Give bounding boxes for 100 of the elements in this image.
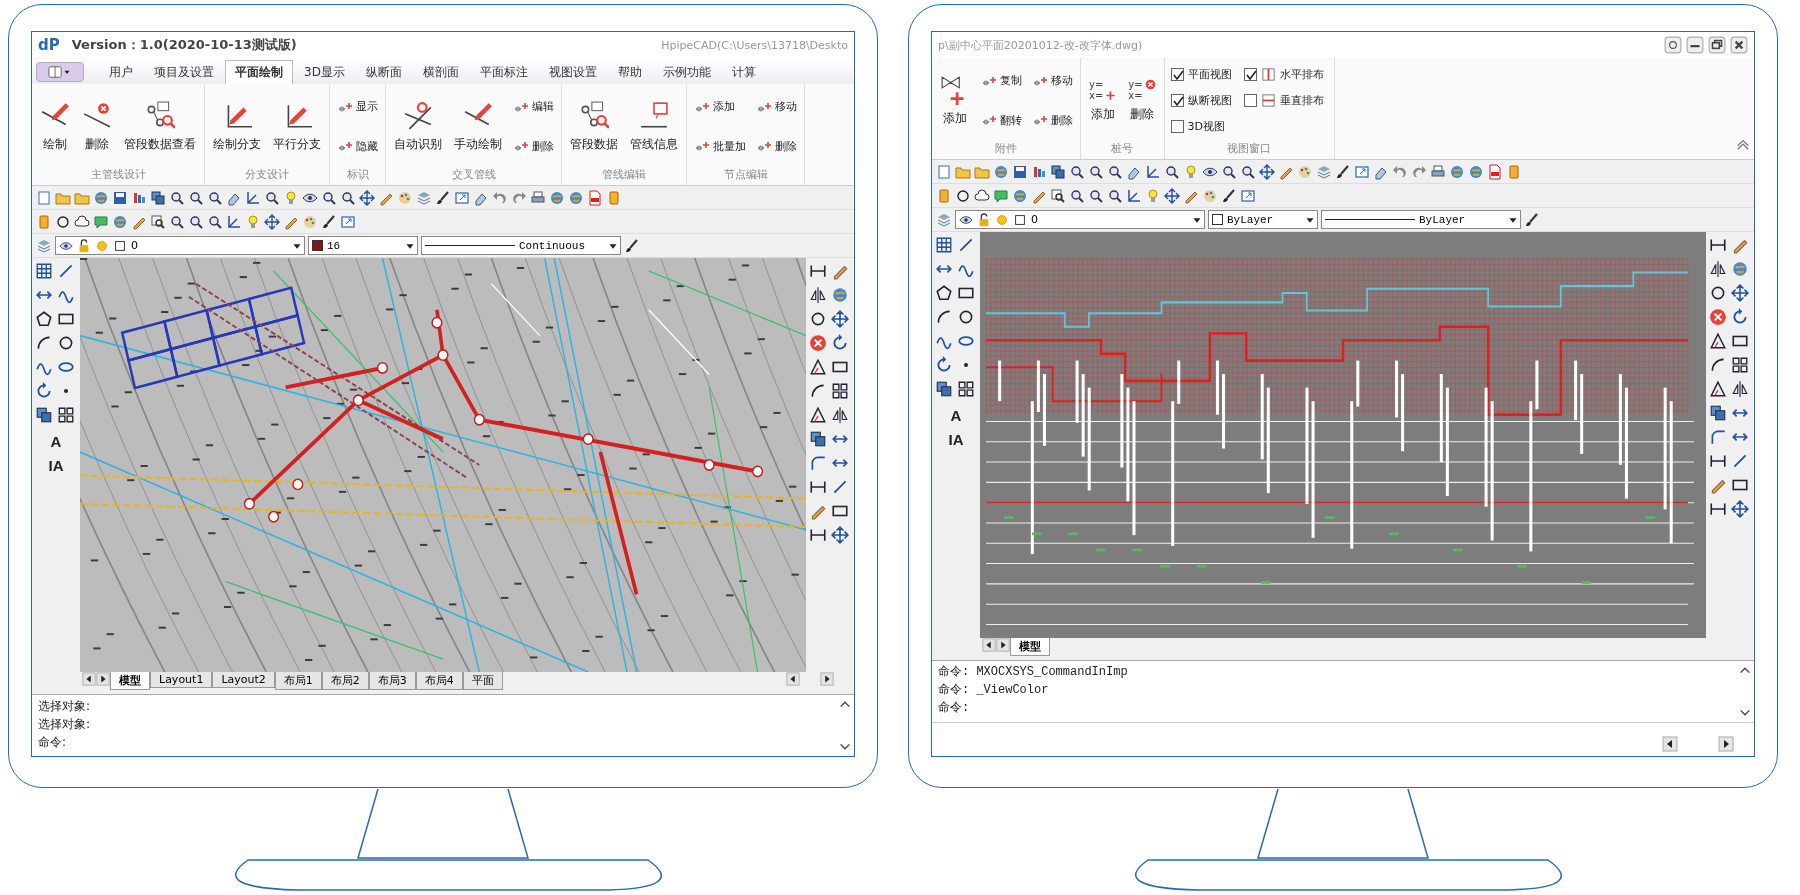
ribbon-button[interactable]: 移动 (1029, 71, 1076, 90)
ribbon-tab[interactable]: 帮助 (607, 60, 652, 84)
dimension-icon[interactable] (809, 262, 827, 280)
ribbon-button[interactable]: 管段数据 (566, 98, 622, 155)
grid-icon[interactable] (831, 382, 849, 400)
scroll-left-icon[interactable] (82, 672, 96, 686)
hatch-icon[interactable] (35, 262, 53, 280)
triangle-icon[interactable] (809, 406, 827, 424)
palette-icon[interactable] (397, 189, 413, 206)
ribbon-tab[interactable]: 计算 (721, 60, 766, 84)
rotate-icon[interactable] (935, 356, 953, 374)
ribbon-button[interactable]: 管线信息 (626, 98, 682, 155)
line-icon[interactable] (957, 236, 975, 254)
magnifier-icon[interactable] (1050, 187, 1066, 204)
delete-icon[interactable] (809, 334, 827, 352)
checkbox[interactable] (1170, 94, 1184, 107)
zoom-icon[interactable] (264, 189, 280, 206)
redo-icon[interactable] (511, 189, 527, 206)
cross-arrows-icon[interactable] (831, 526, 849, 544)
brush-icon[interactable] (624, 237, 640, 254)
dimension-icon[interactable] (1709, 236, 1727, 254)
cross-arrows-icon[interactable] (1731, 500, 1749, 518)
fillet-icon[interactable] (1709, 428, 1727, 446)
save-icon[interactable] (1012, 163, 1028, 180)
scroll-left-icon[interactable] (786, 672, 800, 686)
layer-dropdown[interactable]: 0 (55, 236, 305, 255)
grid-icon[interactable] (957, 380, 975, 398)
text-tool-button[interactable]: IA (935, 428, 977, 450)
cloud-icon[interactable] (974, 187, 990, 204)
collapse-chevron-icon[interactable] (1736, 137, 1750, 151)
speech-bubble-icon[interactable] (993, 187, 1009, 204)
globe-icon[interactable] (1449, 163, 1465, 180)
circle-icon[interactable] (809, 310, 827, 328)
ribbon-tab[interactable]: 项目及设置 (144, 60, 224, 84)
linetype-dropdown[interactable]: Continuous (421, 236, 621, 255)
stacked-squares-icon[interactable] (35, 406, 53, 424)
zoom-icon[interactable] (321, 189, 337, 206)
rotate-icon[interactable] (831, 334, 849, 352)
layers-icon[interactable] (36, 237, 52, 254)
checkbox[interactable] (1243, 94, 1257, 107)
line-icon[interactable] (831, 478, 849, 496)
zoom-icon[interactable] (1088, 187, 1104, 204)
checkbox[interactable] (1170, 67, 1184, 81)
layout-tab[interactable]: 布局3 (368, 672, 416, 690)
mirror-icon[interactable] (1709, 260, 1727, 278)
zoom-icon[interactable] (1240, 163, 1256, 180)
redo-icon[interactable] (1411, 163, 1427, 180)
rotate-icon[interactable] (1731, 308, 1749, 326)
layout-tab[interactable]: 布局1 (274, 672, 322, 690)
circle-icon[interactable] (57, 334, 75, 352)
cross-arrows-icon[interactable] (1259, 163, 1275, 180)
layout-tab[interactable]: 模型 (1010, 638, 1050, 656)
ribbon-button[interactable]: 显示 (334, 97, 381, 116)
ribbon-button[interactable]: 添加 (936, 72, 974, 129)
scroll-right-icon[interactable] (1718, 736, 1734, 752)
app-menu-button[interactable] (36, 62, 84, 82)
printer-icon[interactable] (1430, 163, 1446, 180)
ribbon-tab[interactable]: 横剖面 (412, 60, 469, 84)
circle-icon[interactable] (955, 187, 971, 204)
speech-bubble-icon[interactable] (93, 213, 109, 230)
checkbox[interactable] (1243, 67, 1257, 81)
brush-icon[interactable] (1335, 163, 1351, 180)
ribbon-button[interactable]: y= x= 删除 (1124, 76, 1160, 125)
ribbon-button[interactable]: 复制 (978, 71, 1025, 90)
circle-icon[interactable] (55, 213, 71, 230)
zoom-icon[interactable] (340, 189, 356, 206)
focus-icon[interactable] (1664, 36, 1682, 54)
mirror-icon[interactable] (809, 286, 827, 304)
text-tool-button[interactable]: IA (35, 454, 77, 476)
ribbon-button[interactable]: 手动绘制 (450, 98, 506, 155)
axes-icon[interactable] (1126, 187, 1142, 204)
grid-icon[interactable] (1731, 356, 1749, 374)
zoom-icon[interactable] (1088, 163, 1104, 180)
arc-icon[interactable] (935, 308, 953, 326)
ribbon-button[interactable]: 删除 (1029, 111, 1076, 130)
triangle-icon[interactable] (1709, 380, 1727, 398)
stacked-squares-icon[interactable] (1050, 163, 1066, 180)
text-tool-button[interactable]: A (35, 430, 77, 452)
ribbon-tab[interactable]: 纵断面 (355, 60, 412, 84)
pentagon-icon[interactable] (35, 310, 53, 328)
close-icon[interactable] (1730, 36, 1748, 54)
dimension-icon[interactable] (809, 478, 827, 496)
globe-icon[interactable] (112, 213, 128, 230)
ribbon-button[interactable]: 管段数据查看 (120, 98, 200, 155)
globe-icon[interactable] (568, 189, 584, 206)
cross-arrows-icon[interactable] (1164, 187, 1180, 204)
file-icon[interactable] (587, 189, 603, 206)
globe-icon[interactable] (993, 163, 1009, 180)
scroll-right-icon[interactable] (820, 672, 834, 686)
dimension-icon[interactable] (1709, 500, 1727, 518)
view-option[interactable]: 纵断视图 (1168, 93, 1238, 108)
line-icon[interactable] (1731, 452, 1749, 470)
layers-icon[interactable] (936, 211, 952, 228)
dimension-icon[interactable] (1709, 452, 1727, 470)
dimension-icon[interactable] (809, 526, 827, 544)
circle-icon[interactable] (957, 308, 975, 326)
layer-dropdown[interactable]: 0 (955, 210, 1205, 229)
restore-icon[interactable] (1708, 36, 1726, 54)
layout-tab[interactable]: 布局4 (415, 672, 463, 690)
ribbon-tab[interactable]: 视图设置 (538, 60, 607, 84)
